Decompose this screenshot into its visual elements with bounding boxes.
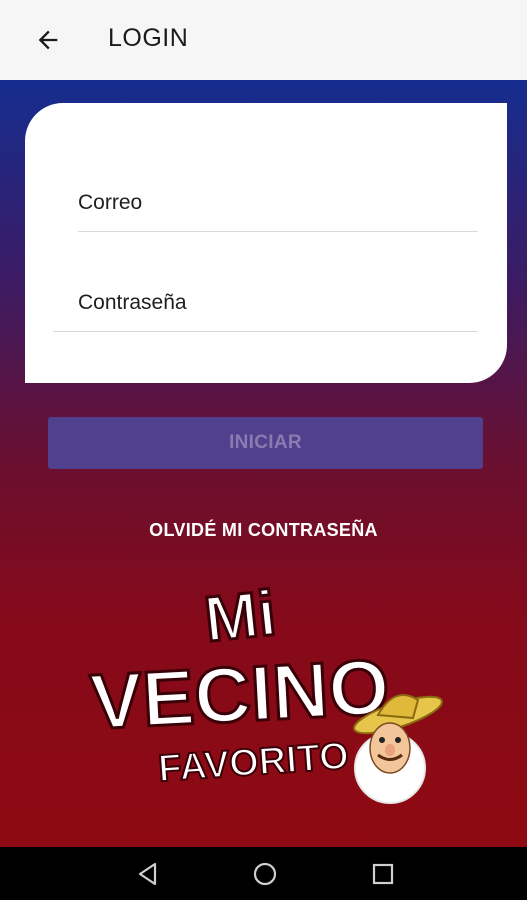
nav-back-button[interactable]	[133, 859, 163, 889]
nav-home-button[interactable]	[250, 859, 280, 889]
page-title: LOGIN	[108, 24, 189, 52]
logo-line1: Mi	[201, 580, 279, 655]
password-field-underline	[53, 331, 478, 332]
password-field-label: Contraseña	[78, 291, 187, 314]
login-button[interactable]: INICIAR	[48, 417, 483, 469]
password-field[interactable]: Contraseña	[53, 291, 478, 332]
email-field[interactable]: Correo	[78, 191, 478, 232]
system-nav-bar	[0, 847, 527, 900]
back-button[interactable]	[30, 22, 66, 58]
square-recents-icon	[372, 863, 394, 885]
nav-recents-button[interactable]	[368, 859, 398, 889]
mi-vecino-favorito-logo: Mi VECINO FAVORITO	[87, 580, 443, 804]
logo-line3: FAVORITO	[157, 735, 350, 790]
email-field-underline	[78, 231, 478, 232]
triangle-back-icon	[138, 862, 157, 886]
app-bar: LOGIN	[0, 0, 527, 80]
login-content: Correo Contraseña INICIAR OLVIDÉ MI CONT…	[0, 80, 527, 847]
arrow-left-icon	[38, 30, 58, 50]
logo-line2: VECINO	[88, 642, 391, 746]
login-card: Correo Contraseña	[25, 103, 507, 383]
forgot-password-link[interactable]: OLVIDÉ MI CONTRASEÑA	[0, 520, 527, 541]
email-field-label: Correo	[78, 191, 143, 214]
circle-home-icon	[253, 862, 277, 886]
